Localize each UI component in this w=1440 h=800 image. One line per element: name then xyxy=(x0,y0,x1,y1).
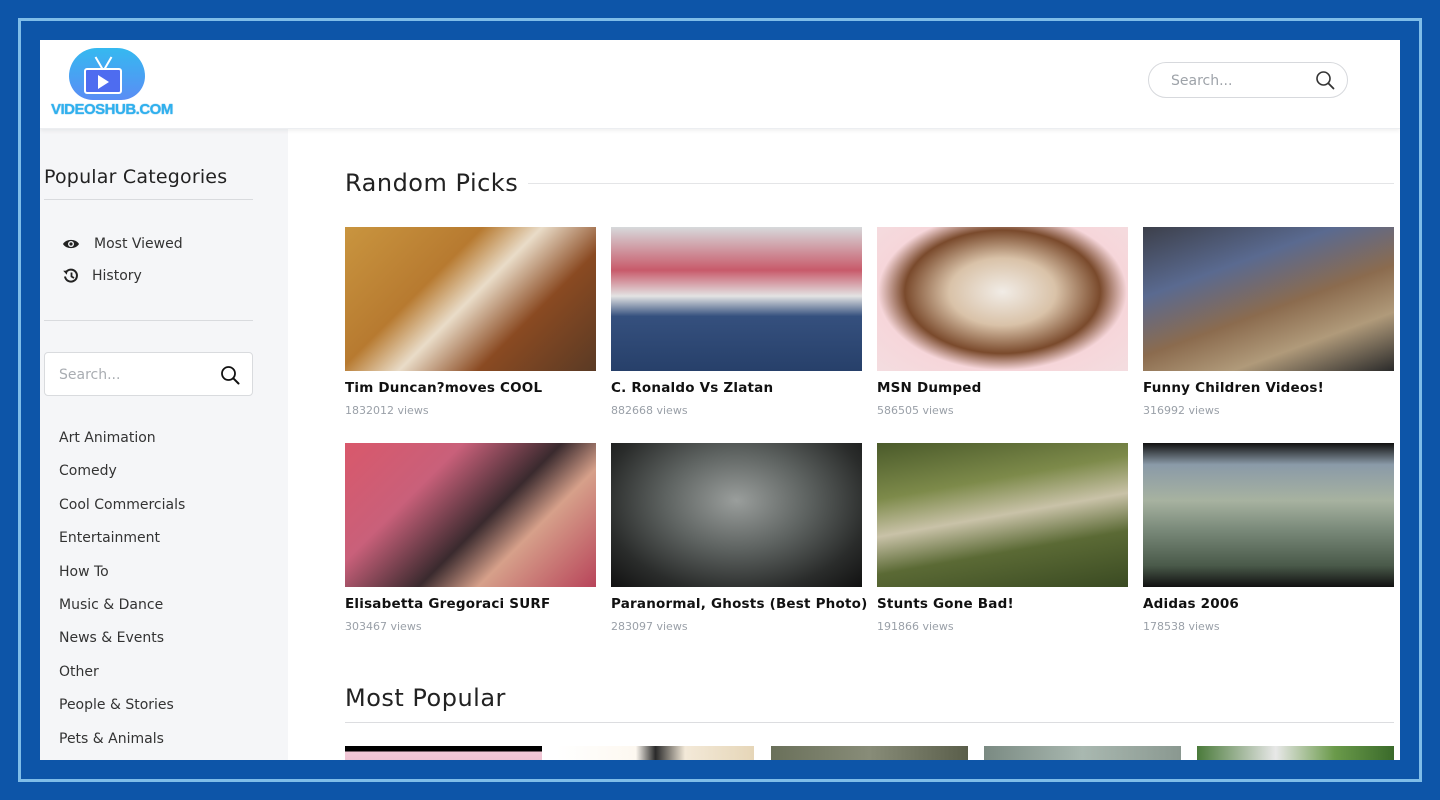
video-card[interactable]: Paranormal, Ghosts (Best Photo) 283097 v… xyxy=(611,443,867,633)
eye-icon xyxy=(63,239,79,249)
video-card[interactable]: Funny Children Videos! 316992 views xyxy=(1143,227,1394,417)
site-header: VIDEOSHUB.COM xyxy=(40,40,1400,129)
heading-rule xyxy=(345,722,1394,723)
sidebar-item-label: History xyxy=(92,268,142,284)
category-list: Art Animation Comedy Cool Commercials En… xyxy=(59,431,185,760)
category-item[interactable]: Art Animation xyxy=(59,431,185,464)
play-icon xyxy=(98,75,109,89)
sidebar-item-most-viewed[interactable]: Most Viewed xyxy=(62,234,183,254)
video-title[interactable]: MSN Dumped xyxy=(877,380,1128,396)
video-views: 316992 views xyxy=(1143,404,1220,417)
video-views: 1832012 views xyxy=(345,404,429,417)
sidebar-title: Popular Categories xyxy=(44,166,228,188)
video-thumbnail[interactable] xyxy=(1197,746,1394,760)
sidebar-divider xyxy=(44,199,253,200)
site-logo[interactable]: VIDEOSHUB.COM xyxy=(51,46,173,118)
video-card[interactable]: Tim Duncan?moves COOL 1832012 views xyxy=(345,227,596,417)
video-views: 283097 views xyxy=(611,620,688,633)
video-title[interactable]: Stunts Gone Bad! xyxy=(877,596,1128,612)
video-thumbnail[interactable] xyxy=(611,227,862,371)
category-item[interactable]: How To xyxy=(59,564,185,598)
video-title[interactable]: C. Ronaldo Vs Zlatan xyxy=(611,380,862,396)
video-thumbnail[interactable] xyxy=(345,746,542,760)
category-item[interactable]: Cool Commercials xyxy=(59,498,185,531)
heading-rule xyxy=(528,183,1394,184)
video-card[interactable]: Adidas 2006 178538 views xyxy=(1143,443,1394,633)
most-popular-heading: Most Popular xyxy=(345,684,506,712)
video-card[interactable]: MSN Dumped 586505 views xyxy=(877,227,1128,417)
video-thumbnail[interactable] xyxy=(877,227,1128,371)
video-card[interactable]: Stunts Gone Bad! 191866 views xyxy=(877,443,1128,633)
category-item[interactable]: Comedy xyxy=(59,464,185,497)
browser-viewport: VIDEOSHUB.COM Popular Categories Most Vi… xyxy=(40,40,1400,760)
video-card[interactable]: C. Ronaldo Vs Zlatan 882668 views xyxy=(611,227,862,417)
logo-text: VIDEOSHUB.COM xyxy=(51,101,173,118)
category-search-input[interactable] xyxy=(59,365,199,385)
sidebar-item-history[interactable]: History xyxy=(62,266,142,286)
video-thumbnail[interactable] xyxy=(877,443,1128,587)
video-thumbnail[interactable] xyxy=(345,227,596,371)
video-thumbnail[interactable] xyxy=(1143,227,1394,371)
random-picks-heading: Random Picks xyxy=(345,169,519,197)
video-views: 586505 views xyxy=(877,404,954,417)
category-item[interactable]: Entertainment xyxy=(59,531,185,564)
sidebar-divider xyxy=(44,320,253,321)
video-thumbnail[interactable] xyxy=(1143,443,1394,587)
video-thumbnail[interactable] xyxy=(345,443,596,587)
video-title[interactable]: Adidas 2006 xyxy=(1143,596,1394,612)
category-item[interactable]: People & Stories xyxy=(59,698,185,731)
category-search-box xyxy=(44,352,253,396)
search-icon[interactable] xyxy=(220,365,240,385)
video-card[interactable]: Elisabetta Gregoraci SURF 303467 views xyxy=(345,443,596,633)
video-title[interactable]: Elisabetta Gregoraci SURF xyxy=(345,596,596,612)
category-item[interactable]: Pets & Animals xyxy=(59,731,185,760)
video-views: 178538 views xyxy=(1143,620,1220,633)
video-views: 303467 views xyxy=(345,620,422,633)
video-thumbnail[interactable] xyxy=(984,746,1181,760)
video-title[interactable]: Paranormal, Ghosts (Best Photo) xyxy=(611,596,867,612)
video-title[interactable]: Tim Duncan?moves COOL xyxy=(345,380,596,396)
header-search-input[interactable] xyxy=(1171,71,1301,91)
search-icon[interactable] xyxy=(1315,70,1335,90)
category-item[interactable]: News & Events xyxy=(59,631,185,664)
video-thumbnail[interactable] xyxy=(611,443,862,587)
category-item[interactable]: Other xyxy=(59,665,185,698)
video-thumbnail[interactable] xyxy=(557,746,754,760)
main-content: Random Picks Tim Duncan?moves COOL 18320… xyxy=(288,129,1400,760)
history-icon xyxy=(63,268,78,283)
category-item[interactable]: Music & Dance xyxy=(59,598,185,631)
video-title[interactable]: Funny Children Videos! xyxy=(1143,380,1394,396)
video-views: 882668 views xyxy=(611,404,688,417)
video-thumbnail[interactable] xyxy=(771,746,968,760)
sidebar-item-label: Most Viewed xyxy=(94,236,183,252)
header-search-box xyxy=(1148,62,1348,98)
tv-icon xyxy=(84,68,122,94)
sidebar: Popular Categories Most Viewed History S… xyxy=(40,129,288,760)
video-views: 191866 views xyxy=(877,620,954,633)
